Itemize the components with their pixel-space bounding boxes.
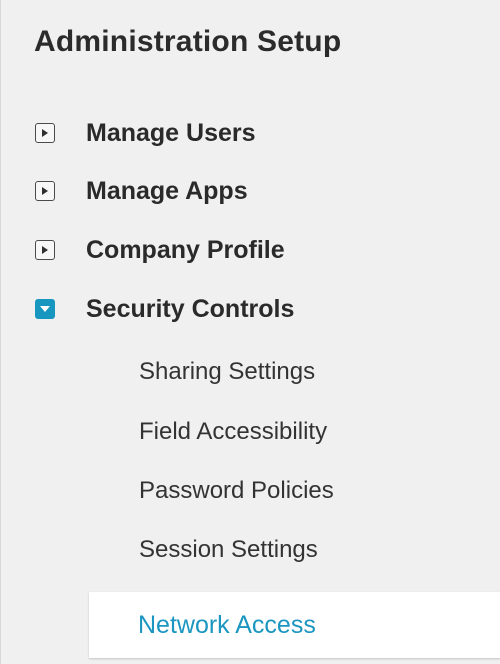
section-manage-users[interactable]: Manage Users [35, 113, 256, 153]
collapse-arrow-icon[interactable] [35, 299, 55, 319]
section-security-controls[interactable]: Security Controls [35, 289, 294, 329]
section-manage-apps[interactable]: Manage Apps [35, 171, 248, 211]
section-label: Security Controls [86, 294, 295, 323]
nav-item-session-settings[interactable]: Session Settings [139, 530, 318, 570]
nav-item-network-access[interactable]: Network Access [89, 592, 500, 658]
expand-arrow-icon[interactable] [35, 181, 55, 201]
expand-arrow-icon[interactable] [35, 123, 55, 143]
panel-title: Administration Setup [34, 25, 342, 58]
section-label: Company Profile [86, 235, 285, 264]
nav-item-sharing-settings[interactable]: Sharing Settings [139, 352, 315, 392]
section-label: Manage Users [86, 118, 256, 147]
section-label: Manage Apps [86, 176, 248, 205]
admin-setup-panel: Administration Setup Manage Users Manage… [0, 0, 500, 664]
nav-item-field-accessibility[interactable]: Field Accessibility [139, 412, 327, 452]
section-company-profile[interactable]: Company Profile [35, 230, 285, 270]
nav-item-password-policies[interactable]: Password Policies [139, 471, 334, 511]
expand-arrow-icon[interactable] [35, 240, 55, 260]
